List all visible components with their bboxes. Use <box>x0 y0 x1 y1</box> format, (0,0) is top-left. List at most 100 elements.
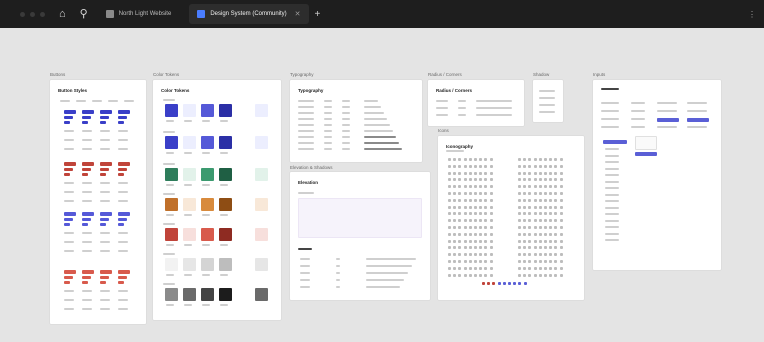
icon-glyph[interactable] <box>538 158 542 161</box>
icon-glyph[interactable] <box>559 178 563 182</box>
icon-glyph-accent[interactable] <box>513 282 517 285</box>
icon-glyph[interactable] <box>533 192 537 195</box>
button-sample[interactable] <box>100 110 112 114</box>
color-swatch[interactable] <box>201 168 214 181</box>
icon-glyph[interactable] <box>474 260 477 263</box>
icon-glyph[interactable] <box>528 260 532 263</box>
icon-glyph[interactable] <box>453 273 457 277</box>
color-swatch[interactable] <box>183 104 196 117</box>
icon-glyph[interactable] <box>528 232 532 236</box>
list-option[interactable] <box>605 193 619 196</box>
icon-glyph[interactable] <box>549 198 553 202</box>
icon-glyph[interactable] <box>559 260 563 263</box>
button-sample[interactable] <box>118 281 124 284</box>
icon-glyph[interactable] <box>528 253 532 257</box>
icon-glyph[interactable] <box>479 246 483 250</box>
icon-glyph[interactable] <box>453 158 457 161</box>
button-sample[interactable] <box>118 223 124 226</box>
button-sample[interactable] <box>100 168 109 171</box>
button-sample[interactable] <box>118 110 130 114</box>
icon-glyph[interactable] <box>474 253 477 257</box>
button-sample[interactable] <box>82 173 88 176</box>
icon-glyph[interactable] <box>453 198 457 202</box>
icon-glyph[interactable] <box>484 185 488 189</box>
color-swatch[interactable] <box>165 104 178 117</box>
icon-glyph[interactable] <box>549 246 553 250</box>
icon-glyph[interactable] <box>484 253 488 257</box>
icon-glyph[interactable] <box>484 178 488 182</box>
color-swatch[interactable] <box>255 228 268 241</box>
color-swatch[interactable] <box>219 288 232 301</box>
icon-glyph[interactable] <box>554 212 558 216</box>
button-sample[interactable] <box>100 218 109 221</box>
button-sample[interactable] <box>118 276 127 279</box>
icon-glyph[interactable] <box>463 253 467 257</box>
icon-glyph[interactable] <box>489 171 493 175</box>
icon-glyph[interactable] <box>489 205 493 209</box>
icon-glyph[interactable] <box>453 171 457 175</box>
icon-glyph[interactable] <box>559 164 563 168</box>
icon-glyph[interactable] <box>458 185 462 189</box>
color-swatch[interactable] <box>219 258 232 271</box>
icon-glyph[interactable] <box>474 185 477 189</box>
icon-glyph[interactable] <box>528 192 532 195</box>
icon-glyph[interactable] <box>533 205 537 209</box>
icon-glyph[interactable] <box>538 205 542 209</box>
icon-glyph[interactable] <box>453 212 457 216</box>
icon-glyph-accent[interactable] <box>502 282 506 285</box>
icon-glyph[interactable] <box>468 164 472 168</box>
icon-glyph[interactable] <box>523 226 527 229</box>
icon-glyph[interactable] <box>533 273 537 277</box>
icon-glyph[interactable] <box>554 219 558 223</box>
icon-glyph[interactable] <box>559 253 563 257</box>
icon-glyph[interactable] <box>544 273 547 277</box>
button-sample[interactable] <box>64 162 76 166</box>
icon-glyph[interactable] <box>559 219 563 223</box>
icon-glyph[interactable] <box>544 185 547 189</box>
icon-glyph[interactable] <box>554 253 558 257</box>
icon-glyph[interactable] <box>523 171 527 175</box>
color-swatch[interactable] <box>165 228 178 241</box>
button-sample[interactable] <box>64 116 73 119</box>
button-sample[interactable] <box>64 173 70 176</box>
button-sample[interactable] <box>100 116 109 119</box>
icon-glyph[interactable] <box>463 185 467 189</box>
button-sample[interactable] <box>64 276 73 279</box>
icon-glyph[interactable] <box>474 226 477 229</box>
icon-glyph[interactable] <box>489 185 493 189</box>
icon-glyph[interactable] <box>549 185 553 189</box>
color-swatch[interactable] <box>201 136 214 149</box>
frame-radius[interactable]: Radius / Corners <box>428 80 524 126</box>
icon-glyph[interactable] <box>489 260 493 263</box>
icon-glyph[interactable] <box>463 198 467 202</box>
color-swatch[interactable] <box>255 168 268 181</box>
window-dot[interactable] <box>20 11 25 17</box>
icon-glyph[interactable] <box>489 212 493 216</box>
icon-glyph[interactable] <box>484 246 488 250</box>
close-icon[interactable]: ✕ <box>295 10 301 18</box>
color-swatch[interactable] <box>255 198 268 211</box>
icon-glyph[interactable] <box>458 226 462 229</box>
icon-glyph[interactable] <box>533 226 537 229</box>
color-swatch[interactable] <box>219 136 232 149</box>
icon-glyph[interactable] <box>549 158 553 161</box>
icon-glyph[interactable] <box>463 178 467 182</box>
icon-glyph[interactable] <box>528 239 532 243</box>
icon-glyph[interactable] <box>489 192 493 195</box>
icon-glyph[interactable] <box>554 232 558 236</box>
icon-glyph[interactable] <box>518 198 521 202</box>
button-sample[interactable] <box>82 121 88 124</box>
button-sample[interactable] <box>82 168 91 171</box>
icon-glyph[interactable] <box>463 212 467 216</box>
icon-glyph[interactable] <box>518 185 521 189</box>
icon-glyph[interactable] <box>458 212 462 216</box>
dropdown-selected[interactable] <box>635 152 657 156</box>
icon-glyph[interactable] <box>489 232 493 236</box>
icon-glyph-accent[interactable] <box>523 282 527 285</box>
icon-glyph[interactable] <box>518 164 521 168</box>
icon-glyph[interactable] <box>474 205 477 209</box>
icon-glyph[interactable] <box>458 239 462 243</box>
list-option[interactable] <box>605 206 619 209</box>
color-swatch[interactable] <box>165 288 178 301</box>
icon-glyph[interactable] <box>549 219 553 223</box>
